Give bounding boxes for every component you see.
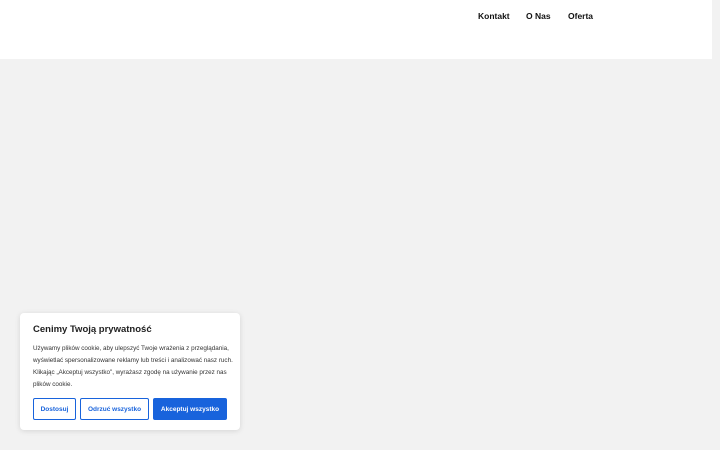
cookie-description: Używamy plików cookie, aby ulepszyć Twoj… <box>33 345 233 388</box>
accept-all-button[interactable]: Akceptuj wszystko <box>153 398 227 420</box>
nav-link-oferta[interactable]: Oferta <box>568 11 608 21</box>
scrollbar[interactable] <box>712 0 720 450</box>
customize-button[interactable]: Dostosuj <box>33 398 76 420</box>
site-header: Kontakt O Nas Oferta <box>0 0 712 59</box>
reject-all-button[interactable]: Odrzuć wszystko <box>80 398 149 420</box>
cookie-consent-banner: Cenimy Twoją prywatność Używamy plików c… <box>20 313 240 430</box>
nav-link-kontakt[interactable]: Kontakt <box>478 11 510 21</box>
cookie-title: Cenimy Twoją prywatność <box>33 324 152 335</box>
page: Kontakt O Nas Oferta Cenimy Twoją prywat… <box>0 0 720 450</box>
nav-link-o-nas[interactable]: O Nas <box>526 11 566 21</box>
